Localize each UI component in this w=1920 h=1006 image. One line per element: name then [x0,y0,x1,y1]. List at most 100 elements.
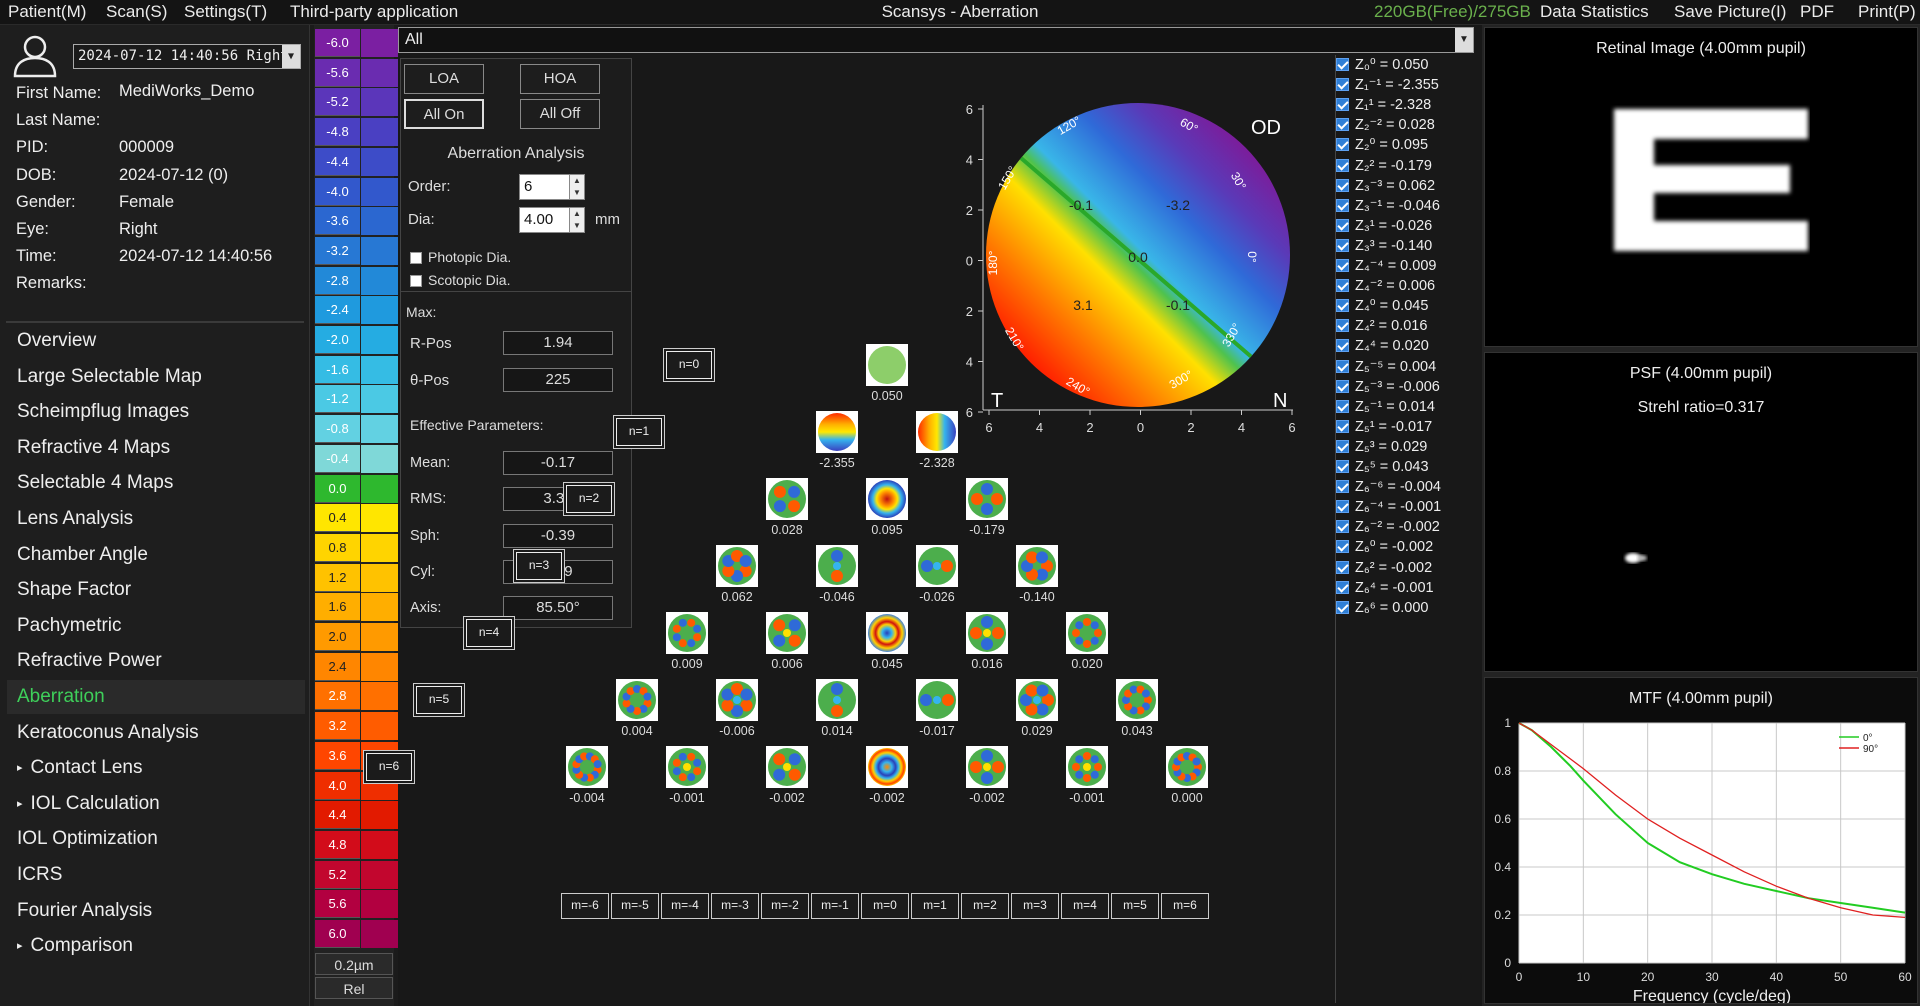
zernike-row[interactable]: Z₃³ = -0.140 [1336,238,1432,258]
order-button-n-6[interactable]: n=6 [364,751,414,783]
zernike-row[interactable]: Z₃⁻³ = 0.062 [1336,178,1435,198]
expand-arrow-icon[interactable]: ▸ [17,940,23,952]
zernike-mode-n3-m3[interactable] [1015,544,1059,588]
hoa-button[interactable]: HOA [520,64,600,94]
azimuth-button-m-4[interactable]: m=-4 [661,893,709,919]
azimuth-button-m-2[interactable]: m=2 [961,893,1009,919]
zernike-checkbox[interactable] [1336,299,1349,313]
stepper-arrows-icon[interactable]: ▲ ▼ [569,208,584,232]
zernike-checkbox[interactable] [1336,419,1349,433]
zernike-row[interactable]: Z₃¹ = -0.026 [1336,218,1432,238]
order-button-n-5[interactable]: n=5 [414,684,464,716]
zernike-row[interactable]: Z₄⁻² = 0.006 [1336,278,1435,298]
nav-item-refractive-power[interactable]: Refractive Power [7,644,305,678]
scale-mode[interactable]: Rel [315,977,393,999]
nav-item-shape-factor[interactable]: Shape Factor [7,573,305,607]
zernike-row[interactable]: Z₁⁻¹ = -2.355 [1336,77,1439,97]
nav-item-comparison[interactable]: ▸ Comparison [7,929,305,963]
zernike-row[interactable]: Z₆⁰ = -0.002 [1336,539,1433,559]
azimuth-button-m-3[interactable]: m=3 [1011,893,1059,919]
zernike-checkbox[interactable] [1336,319,1349,333]
zernike-row[interactable]: Z₄⁰ = 0.045 [1336,298,1428,318]
zernike-checkbox[interactable] [1336,58,1349,71]
zernike-row[interactable]: Z₃⁻¹ = -0.046 [1336,198,1440,218]
azimuth-button-m-6[interactable]: m=6 [1161,893,1209,919]
azimuth-button-m-1[interactable]: m=1 [911,893,959,919]
zernike-mode-n6-m0[interactable] [865,745,909,789]
zernike-checkbox[interactable] [1336,399,1349,413]
nav-item-contact-lens[interactable]: ▸ Contact Lens [7,751,305,785]
zernike-checkbox[interactable] [1336,480,1349,494]
order-button-n-4[interactable]: n=4 [464,617,514,649]
zernike-row[interactable]: Z₆⁶ = 0.000 [1336,600,1428,620]
zernike-checkbox[interactable] [1336,460,1349,473]
zernike-mode-n5-m5[interactable] [1115,678,1159,722]
zernike-mode-n4-m2[interactable] [965,611,1009,655]
zernike-row[interactable]: Z₁¹ = -2.328 [1336,97,1431,117]
zernike-checkbox[interactable] [1336,500,1349,514]
menu-save-picture[interactable]: Save Picture(I) [1674,2,1786,22]
photopic-checkbox[interactable] [410,252,422,264]
zernike-row[interactable]: Z₄⁻⁴ = 0.009 [1336,258,1436,278]
term-select[interactable]: All ▼ [398,27,1474,53]
zernike-mode-n6-m6[interactable] [1165,745,1209,789]
zernike-mode-n1-m1[interactable] [915,410,959,454]
zernike-row[interactable]: Z₆⁴ = -0.001 [1336,580,1434,600]
all-on-button[interactable]: All On [404,99,484,129]
zernike-checkbox[interactable] [1336,218,1349,232]
azimuth-button-m-0[interactable]: m=0 [861,893,909,919]
nav-item-pachymetric[interactable]: Pachymetric [7,609,305,643]
zernike-checkbox[interactable] [1336,600,1349,614]
zernike-checkbox[interactable] [1336,439,1349,453]
zernike-row[interactable]: Z₆⁻⁶ = -0.004 [1336,479,1441,499]
zernike-mode-n5-m-5[interactable] [615,678,659,722]
menu-data-statistics[interactable]: Data Statistics [1540,2,1649,22]
azimuth-button-m-3[interactable]: m=-3 [711,893,759,919]
zernike-mode-n6-m-6[interactable] [565,745,609,789]
zernike-row[interactable]: Z₀⁰ = 0.050 [1336,57,1429,77]
nav-item-keratoconus-analysis[interactable]: Keratoconus Analysis [7,716,305,750]
stepper-arrows-icon[interactable]: ▲ ▼ [569,175,584,199]
zernike-mode-n4-m4[interactable] [1065,611,1109,655]
zernike-mode-n0-m0[interactable] [865,343,909,387]
loa-button[interactable]: LOA [404,64,484,94]
zernike-mode-n1-m-1[interactable] [815,410,859,454]
zernike-mode-n4-m-4[interactable] [665,611,709,655]
zernike-mode-n5-m-1[interactable] [815,678,859,722]
zernike-row[interactable]: Z₂⁻² = 0.028 [1336,117,1435,137]
zernike-row[interactable]: Z₆⁻⁴ = -0.001 [1336,499,1441,519]
scotopic-checkbox[interactable] [410,275,422,287]
zernike-mode-n3-m-1[interactable] [815,544,859,588]
zernike-mode-n5-m1[interactable] [915,678,959,722]
zernike-mode-n6-m-2[interactable] [765,745,809,789]
zernike-row[interactable]: Z₅⁵ = 0.043 [1336,459,1429,479]
azimuth-button-m-2[interactable]: m=-2 [761,893,809,919]
expand-arrow-icon[interactable]: ▸ [17,798,23,810]
zernike-mode-n2-m0[interactable] [865,477,909,521]
mtf-chart[interactable]: 0 10 20 30 40 50 60 0 0.2 0.4 0.6 0.8 1 0°90° Frequenc… [1485,708,1919,1003]
zernike-checkbox[interactable] [1336,540,1349,554]
order-button-n-2[interactable]: n=2 [564,483,614,515]
azimuth-button-m-6[interactable]: m=-6 [561,893,609,919]
nav-item-scheimpflug-images[interactable]: Scheimpflug Images [7,395,305,429]
nav-item-lens-analysis[interactable]: Lens Analysis [7,502,305,536]
zernike-checkbox[interactable] [1336,279,1349,293]
order-button-n-1[interactable]: n=1 [614,416,664,448]
nav-item-large-selectable-map[interactable]: Large Selectable Map [7,360,305,394]
zernike-checkbox[interactable] [1336,158,1349,172]
scale-step[interactable]: 0.2µm [315,953,393,975]
zernike-checkbox[interactable] [1336,580,1349,594]
nav-item-chamber-angle[interactable]: Chamber Angle [7,538,305,572]
zernike-checkbox[interactable] [1336,138,1349,152]
zernike-row[interactable]: Z₅¹ = -0.017 [1336,419,1432,439]
zernike-checkbox[interactable] [1336,118,1349,132]
zernike-row[interactable]: Z₄⁴ = 0.020 [1336,338,1429,358]
zernike-row[interactable]: Z₄² = 0.016 [1336,318,1427,338]
zernike-mode-n6-m4[interactable] [1065,745,1109,789]
zernike-mode-n3-m1[interactable] [915,544,959,588]
zernike-row[interactable]: Z₅⁻⁵ = 0.004 [1336,359,1436,379]
zernike-mode-n5-m-3[interactable] [715,678,759,722]
nav-item-icrs[interactable]: ICRS [7,858,305,892]
zernike-checkbox[interactable] [1336,178,1349,192]
zernike-checkbox[interactable] [1336,198,1349,212]
